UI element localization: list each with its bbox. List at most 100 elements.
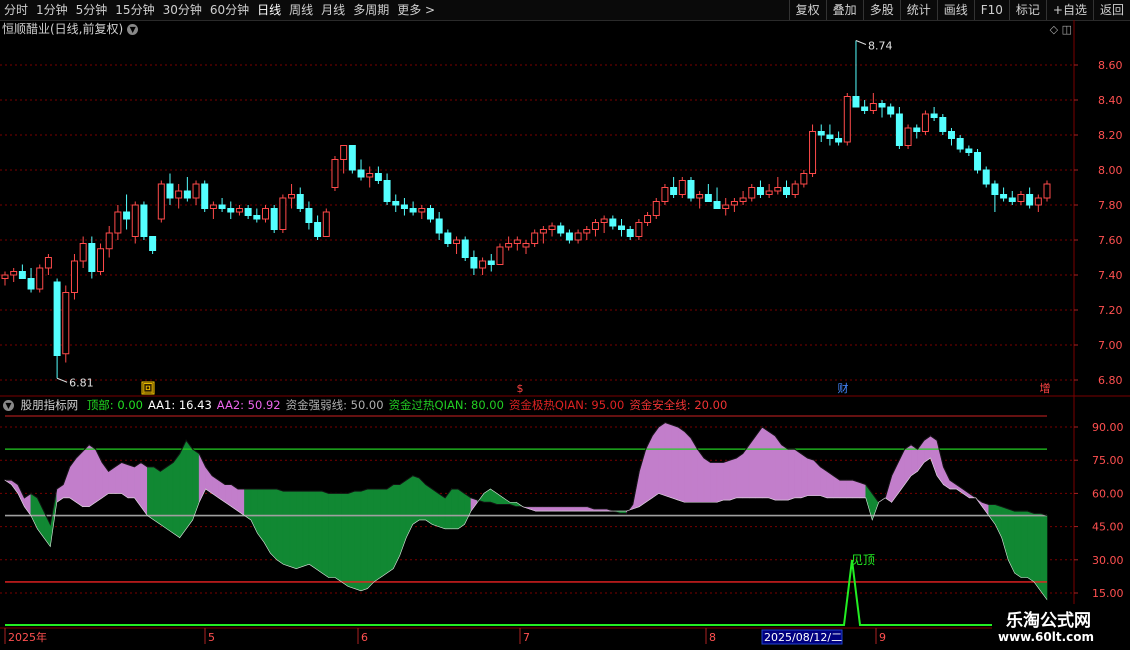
candle (791, 183, 799, 195)
indicator-fill (289, 490, 297, 570)
indicator-fill (341, 493, 349, 587)
indicator-fill (315, 490, 323, 574)
candle (426, 208, 434, 220)
candle (730, 201, 738, 206)
indicator-fill (956, 483, 964, 494)
indicator-fill (904, 444, 912, 486)
candle (357, 169, 365, 178)
indicator-fill (949, 479, 957, 490)
price-tick-label: 7.20 (1098, 304, 1123, 317)
candle (531, 232, 539, 244)
indicator-value: AA2: 50.92 (216, 398, 281, 412)
date-label: 7 (523, 631, 530, 644)
indicator-tick-label: 60.00 (1092, 487, 1124, 500)
date-cursor-label: 2025/08/12/二 (764, 631, 842, 644)
indicator-fill (134, 461, 142, 508)
candle (696, 194, 704, 199)
indicator-fill (574, 506, 582, 512)
indicator-fill (399, 479, 407, 556)
indicator-fill (347, 490, 355, 589)
candle (626, 229, 634, 237)
candle (974, 152, 982, 171)
candle (939, 117, 947, 132)
candle (218, 204, 226, 209)
candle (661, 187, 669, 202)
indicator-fill (852, 479, 860, 499)
indicator-fill (166, 461, 174, 534)
candle (314, 222, 322, 237)
candle (18, 271, 26, 279)
watermark-title: 乐淘公式网 (1006, 611, 1091, 631)
low-annotation: 6.81 (69, 376, 94, 389)
indicator-fill (88, 444, 96, 508)
candle (1026, 194, 1034, 206)
indicator-fill (496, 492, 504, 505)
indicator-fill (457, 488, 465, 530)
candle (114, 211, 122, 234)
candle (53, 281, 61, 356)
indicator-value: 资金过热QIAN: 80.00 (388, 398, 504, 412)
indicator-fill (820, 466, 828, 499)
candle (288, 194, 296, 199)
indicator-fill (736, 452, 744, 499)
candle (635, 222, 643, 237)
candle (44, 257, 52, 269)
indicator-fill (412, 475, 420, 525)
candle (1043, 183, 1051, 199)
indicator-tick-label: 75.00 (1092, 454, 1124, 467)
indicator-value: AA1: 16.43 (147, 398, 212, 412)
watermark-url: www.60lt.com (998, 630, 1095, 644)
candle (887, 106, 895, 115)
candle (400, 204, 408, 209)
candle (305, 208, 313, 223)
price-tick-label: 7.60 (1098, 234, 1123, 247)
indicator-fill (528, 506, 537, 512)
candle (209, 204, 217, 209)
candle (618, 225, 626, 230)
indicator-fill (554, 506, 562, 512)
candle (1017, 194, 1025, 202)
indicator-fill (774, 434, 782, 501)
candle (166, 183, 174, 199)
event-marker-label: $ (517, 382, 524, 395)
date-label: 9 (879, 631, 886, 644)
indicator-fill (794, 448, 802, 499)
candle (374, 173, 382, 181)
indicator-fill (988, 504, 996, 526)
indicator-fill (723, 459, 731, 501)
chevron-down-icon[interactable]: ▼ (3, 400, 14, 411)
candle (1000, 194, 1008, 199)
indicator-fill (172, 452, 181, 539)
candle (809, 131, 817, 174)
indicator-fill (548, 506, 556, 512)
candle (1034, 197, 1042, 206)
price-tick-label: 6.80 (1098, 374, 1123, 387)
indicator-fill (638, 449, 647, 508)
candle (557, 225, 565, 234)
candle (183, 190, 191, 199)
event-marker-label: 财 (838, 381, 849, 395)
candle (244, 208, 252, 216)
indicator-fill (334, 493, 342, 583)
indicator-fill (308, 490, 316, 570)
indicator-fill (664, 422, 672, 499)
candle (652, 201, 660, 216)
candle (913, 127, 921, 132)
candle (722, 204, 730, 209)
candle (62, 292, 70, 355)
candle (609, 218, 617, 227)
candle (105, 232, 113, 250)
indicator-fill (580, 506, 588, 512)
candle (991, 183, 999, 195)
candle (10, 271, 18, 276)
indicator-fill (1027, 510, 1035, 583)
indicator-value: 资金极热QIAN: 95.00 (508, 398, 625, 412)
indicator-fill (703, 457, 711, 503)
candle (70, 260, 78, 293)
indicator-name[interactable]: 股朋指标网 (21, 398, 79, 412)
candle (175, 190, 183, 199)
indicator-fill (354, 490, 362, 592)
date-label: 6 (361, 631, 368, 644)
candle (895, 113, 903, 146)
kline-chart[interactable]: 8.60 8.40 8.20 8.00 7.80 7.60 7.40 7.20 7.00 6.80… (0, 0, 1130, 650)
